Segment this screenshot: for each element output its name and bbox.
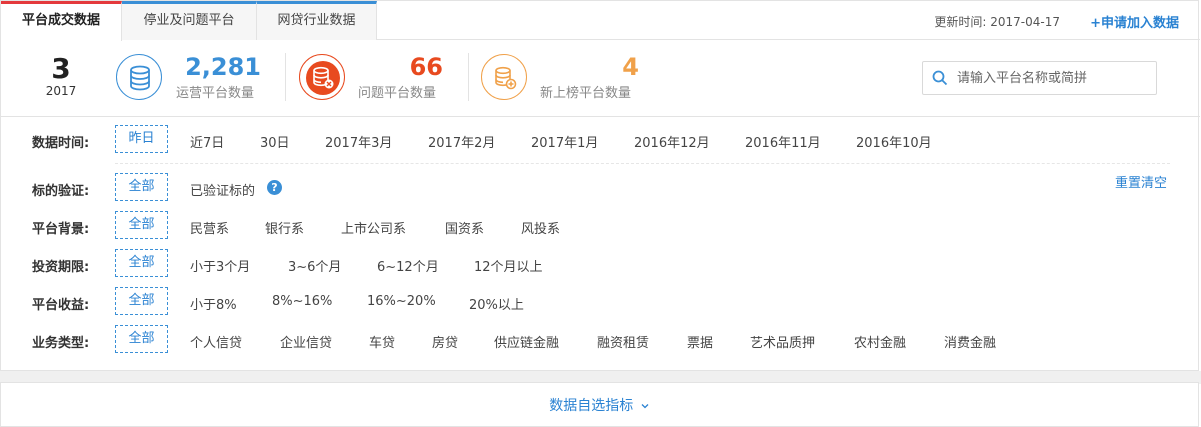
filter-option[interactable]: 票据 — [687, 332, 713, 351]
database-icon — [116, 54, 162, 100]
filter-option[interactable]: 2016年12月 — [634, 132, 710, 151]
divider — [285, 53, 286, 101]
filter-option[interactable]: 个人信贷 — [190, 332, 242, 351]
filter-option[interactable]: 风投系 — [521, 218, 560, 237]
filter-label: 平台背景: — [32, 222, 90, 237]
filter-option[interactable]: 小于3个月 — [190, 256, 250, 275]
filter-option[interactable]: 12个月以上 — [474, 256, 543, 275]
filter-row-background: 平台背景: 全部 民营系 银行系 上市公司系 国资系 风投系 — [1, 211, 1200, 241]
reset-filters-link[interactable]: 重置清空 — [1115, 172, 1167, 191]
filter-option[interactable]: 上市公司系 — [341, 218, 406, 237]
filter-option[interactable]: 已验证标的 — [190, 180, 255, 199]
filter-selected-all[interactable]: 全部 — [115, 325, 168, 353]
filter-option[interactable]: 30日 — [260, 132, 290, 151]
tab-suspended-platforms[interactable]: 停业及问题平台 — [122, 1, 257, 40]
filter-selected-all[interactable]: 全部 — [115, 249, 168, 277]
divider — [115, 163, 1170, 164]
database-add-icon — [481, 54, 527, 100]
database-error-icon — [299, 54, 345, 100]
month-number: 3 — [51, 52, 71, 85]
tab-bar: 平台成交数据 停业及问题平台 网贷行业数据 更新时间: 2017-04-17 +… — [1, 1, 1200, 41]
filter-option[interactable]: 2016年11月 — [745, 132, 821, 151]
filter-selected-all[interactable]: 全部 — [115, 173, 168, 201]
operating-count: 2,281 — [185, 53, 261, 81]
filter-label: 投资期限: — [32, 260, 90, 275]
problem-label: 问题平台数量 — [358, 86, 437, 101]
search-input[interactable] — [957, 68, 1147, 88]
filter-option[interactable]: 供应链金融 — [494, 332, 559, 351]
filter-option[interactable]: 3~6个月 — [288, 256, 341, 275]
filter-label: 平台收益: — [32, 298, 90, 313]
filter-row-verify: 标的验证: 全部 已验证标的 ? — [1, 173, 1200, 203]
problem-count: 66 — [409, 53, 443, 81]
filter-option[interactable]: 小于8% — [190, 294, 237, 313]
divider — [468, 53, 469, 101]
tab-platform-trade-data[interactable]: 平台成交数据 — [1, 1, 122, 41]
filter-option[interactable]: 车贷 — [369, 332, 395, 351]
filter-selected-yesterday[interactable]: 昨日 — [115, 125, 168, 153]
filter-row-term: 投资期限: 全部 小于3个月 3~6个月 6~12个月 12个月以上 — [1, 249, 1200, 279]
filter-selected-all[interactable]: 全部 — [115, 211, 168, 239]
indicator-bar: 数据自选指标 — [0, 382, 1199, 427]
filter-option[interactable]: 农村金融 — [854, 332, 906, 351]
filter-option[interactable]: 消费金融 — [944, 332, 996, 351]
filter-option[interactable]: 2016年10月 — [856, 132, 932, 151]
filter-label: 数据时间: — [32, 136, 90, 151]
tab-industry-data[interactable]: 网贷行业数据 — [257, 1, 377, 40]
filter-option[interactable]: 2017年1月 — [531, 132, 598, 151]
stats-row: 3 2017 2,281 运营平台数量 66 问题平台数量 4 新上榜平台数量 … — [1, 41, 1200, 117]
data-panel: 平台成交数据 停业及问题平台 网贷行业数据 更新时间: 2017-04-17 +… — [0, 0, 1200, 371]
filter-row-time: 数据时间: 昨日 近7日 30日 2017年3月 2017年2月 2017年1月… — [1, 125, 1200, 155]
filter-option[interactable]: 16%~20% — [367, 294, 436, 309]
filter-option[interactable]: 6~12个月 — [377, 256, 439, 275]
update-time: 更新时间: 2017-04-17 — [934, 15, 1060, 29]
filter-option[interactable]: 国资系 — [445, 218, 484, 237]
chevron-down-icon — [638, 398, 650, 414]
filter-option[interactable]: 近7日 — [190, 132, 224, 151]
filter-option[interactable]: 艺术品质押 — [750, 332, 815, 351]
year-label: 2017 — [45, 84, 77, 98]
filter-option[interactable]: 20%以上 — [469, 294, 524, 313]
filter-selected-all[interactable]: 全部 — [115, 287, 168, 315]
filter-option[interactable]: 民营系 — [190, 218, 229, 237]
filter-option[interactable]: 2017年2月 — [428, 132, 495, 151]
filter-label: 业务类型: — [32, 336, 90, 351]
filter-option[interactable]: 银行系 — [265, 218, 304, 237]
filter-option[interactable]: 8%~16% — [272, 294, 332, 309]
filter-option[interactable]: 房贷 — [432, 332, 458, 351]
filter-label: 标的验证: — [32, 184, 90, 199]
filter-option[interactable]: 融资租赁 — [597, 332, 649, 351]
apply-join-link[interactable]: +申请加入数据 — [1090, 12, 1179, 31]
new-listing-count: 4 — [622, 53, 639, 81]
operating-label: 运营平台数量 — [176, 86, 255, 101]
filter-option[interactable]: 2017年3月 — [325, 132, 392, 151]
custom-indicator-label: 数据自选指标 — [549, 398, 634, 414]
filter-row-yield: 平台收益: 全部 小于8% 8%~16% 16%~20% 20%以上 — [1, 287, 1200, 317]
new-listing-label: 新上榜平台数量 — [540, 86, 632, 101]
search-box[interactable] — [922, 61, 1157, 95]
custom-indicator-toggle[interactable]: 数据自选指标 — [549, 395, 649, 415]
search-icon — [932, 70, 948, 86]
filter-row-business: 业务类型: 全部 个人信贷 企业信贷 车贷 房贷 供应链金融 融资租赁 票据 艺… — [1, 325, 1200, 355]
filter-option[interactable]: 企业信贷 — [280, 332, 332, 351]
help-icon[interactable]: ? — [267, 180, 282, 195]
